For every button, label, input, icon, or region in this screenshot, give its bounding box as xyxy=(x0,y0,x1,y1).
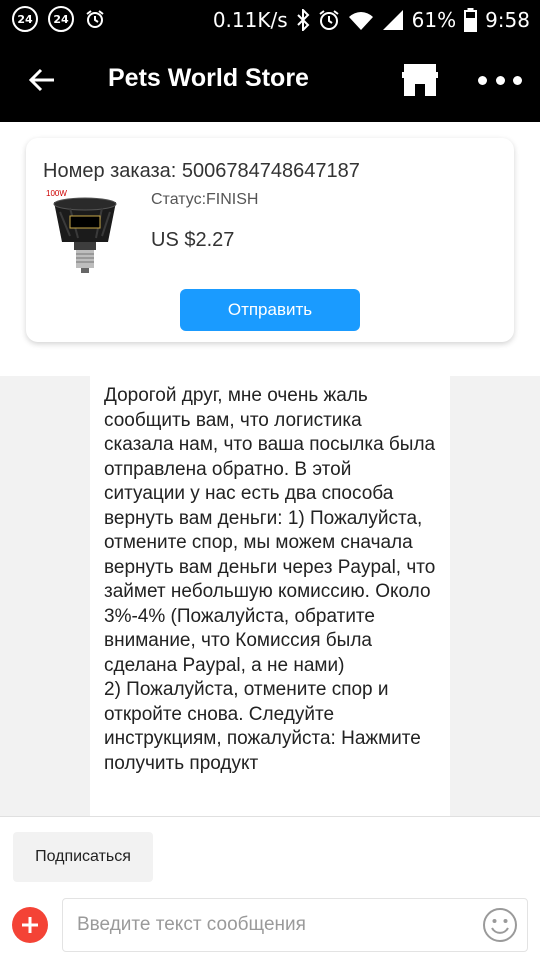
signal-icon xyxy=(382,10,404,30)
emoji-button[interactable] xyxy=(482,907,518,943)
composer-area: Подписаться xyxy=(0,816,540,960)
clock: 9:58 xyxy=(485,8,530,32)
product-thumbnail[interactable]: 100W xyxy=(44,186,130,274)
arrow-left-icon xyxy=(28,68,54,92)
page-title: Pets World Store xyxy=(108,64,309,92)
dot-icon xyxy=(495,75,505,85)
app-header: Pets World Store xyxy=(0,40,540,122)
heat-lamp-image: 100W xyxy=(46,189,117,273)
battery-percent: 61% xyxy=(411,8,457,32)
message-input[interactable] xyxy=(62,898,528,952)
subscribe-button[interactable]: Подписаться xyxy=(13,832,153,882)
dot-icon xyxy=(478,75,487,85)
plus-icon xyxy=(22,917,38,933)
order-status: Статус:FINISH xyxy=(151,191,259,208)
notification-badge: 24 xyxy=(12,6,38,32)
status-bar: 24 24 0.11K/s 61% 9:58 xyxy=(0,0,540,40)
message-text: Дорогой друг, мне очень жаль сообщить ва… xyxy=(104,385,436,774)
chat-area[interactable]: Дорогой друг, мне очень жаль сообщить ва… xyxy=(0,376,540,816)
message-bubble: Дорогой друг, мне очень жаль сообщить ва… xyxy=(90,376,450,816)
alarm-icon xyxy=(84,8,106,30)
back-button[interactable] xyxy=(24,62,60,98)
order-card: Номер заказа: 5006784748647187 100W Стат… xyxy=(26,138,514,342)
store-icon xyxy=(402,64,438,96)
smiley-icon xyxy=(483,908,517,942)
add-attachment-button[interactable] xyxy=(12,907,48,943)
battery-icon xyxy=(464,8,478,32)
more-options-button[interactable] xyxy=(478,62,522,98)
notification-badge: 24 xyxy=(48,6,74,32)
alarm-icon xyxy=(318,9,340,31)
order-number: Номер заказа: 5006784748647187 xyxy=(43,160,360,182)
network-speed: 0.11K/s xyxy=(212,8,288,32)
store-button[interactable] xyxy=(400,62,440,98)
send-button[interactable]: Отправить xyxy=(180,289,360,331)
order-price: US $2.27 xyxy=(151,229,235,251)
dot-icon xyxy=(513,75,522,85)
wifi-icon xyxy=(348,10,374,30)
thumb-label: 100W xyxy=(46,189,67,198)
bluetooth-icon xyxy=(296,9,310,31)
